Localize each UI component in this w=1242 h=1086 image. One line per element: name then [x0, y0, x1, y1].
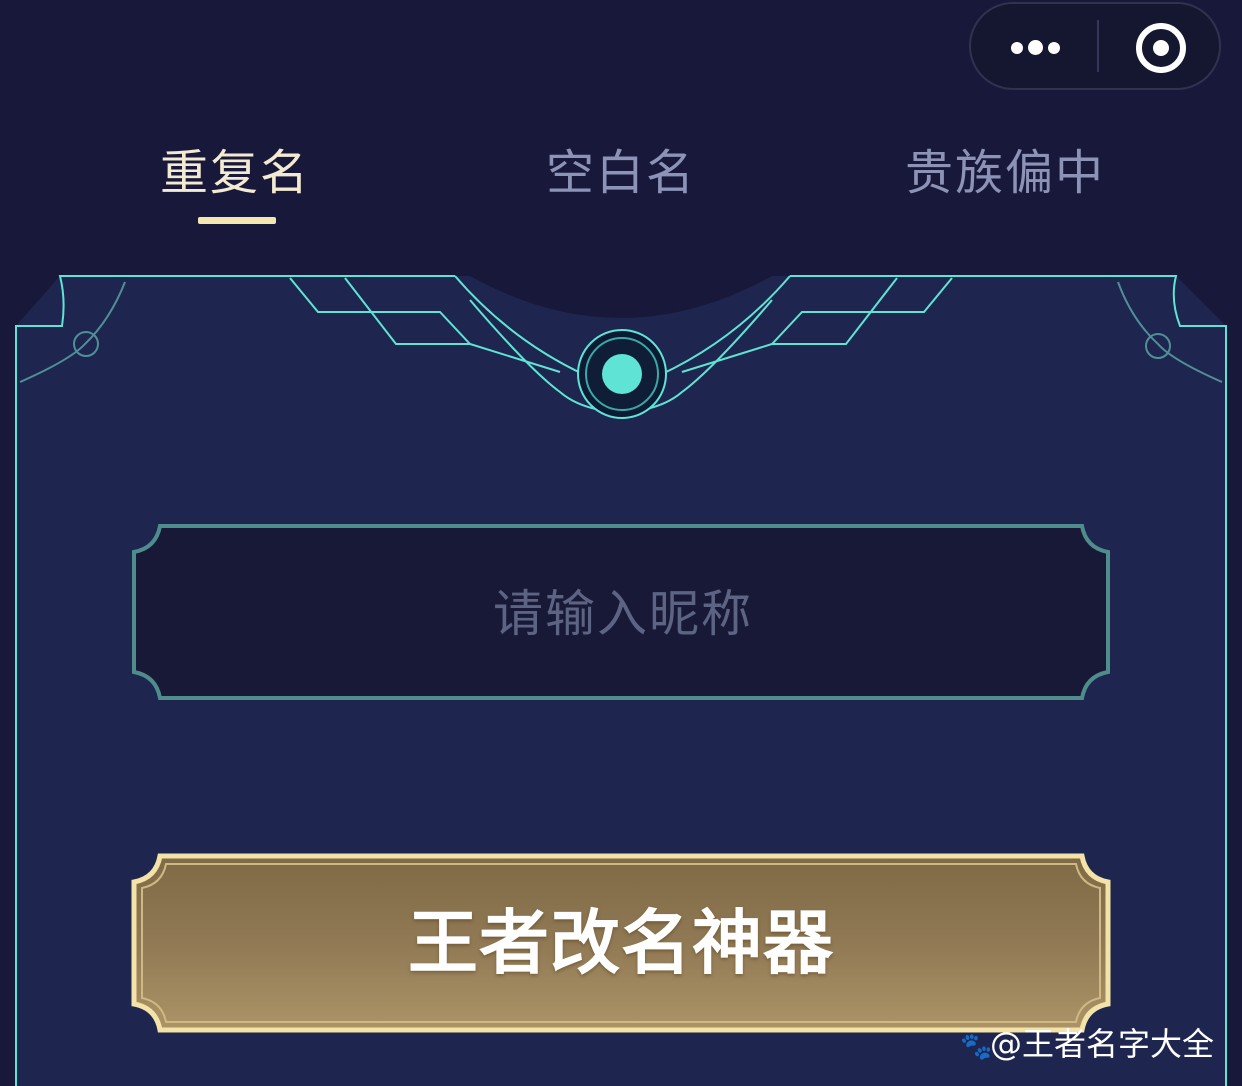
target-circle-icon	[1136, 23, 1186, 73]
more-dot	[1048, 42, 1060, 54]
tab-blank-name[interactable]: 空白名	[538, 138, 704, 208]
app-screen: 重复名 空白名 贵族偏中 王者改名神器 🐾@王者名字大全	[0, 0, 1242, 1086]
tab-noble-name[interactable]: 贵族偏中	[898, 138, 1112, 208]
tab-duplicate-name[interactable]: 重复名	[152, 138, 318, 208]
rename-tool-button-label: 王者改名神器	[408, 902, 834, 984]
nickname-input[interactable]	[152, 540, 1094, 688]
watermark-text: @王者名字大全	[990, 1025, 1215, 1063]
baidu-paw-icon: 🐾	[960, 1032, 993, 1062]
rename-tool-button[interactable]: 王者改名神器	[132, 853, 1110, 1033]
more-menu-button[interactable]	[971, 4, 1097, 88]
mini-program-capsule	[969, 2, 1221, 90]
close-miniprogram-button[interactable]	[1099, 4, 1221, 88]
more-dots-icon	[1011, 42, 1023, 54]
active-tab-indicator	[198, 217, 276, 224]
watermark: 🐾@王者名字大全	[960, 1022, 1214, 1066]
more-dot	[1028, 40, 1043, 55]
